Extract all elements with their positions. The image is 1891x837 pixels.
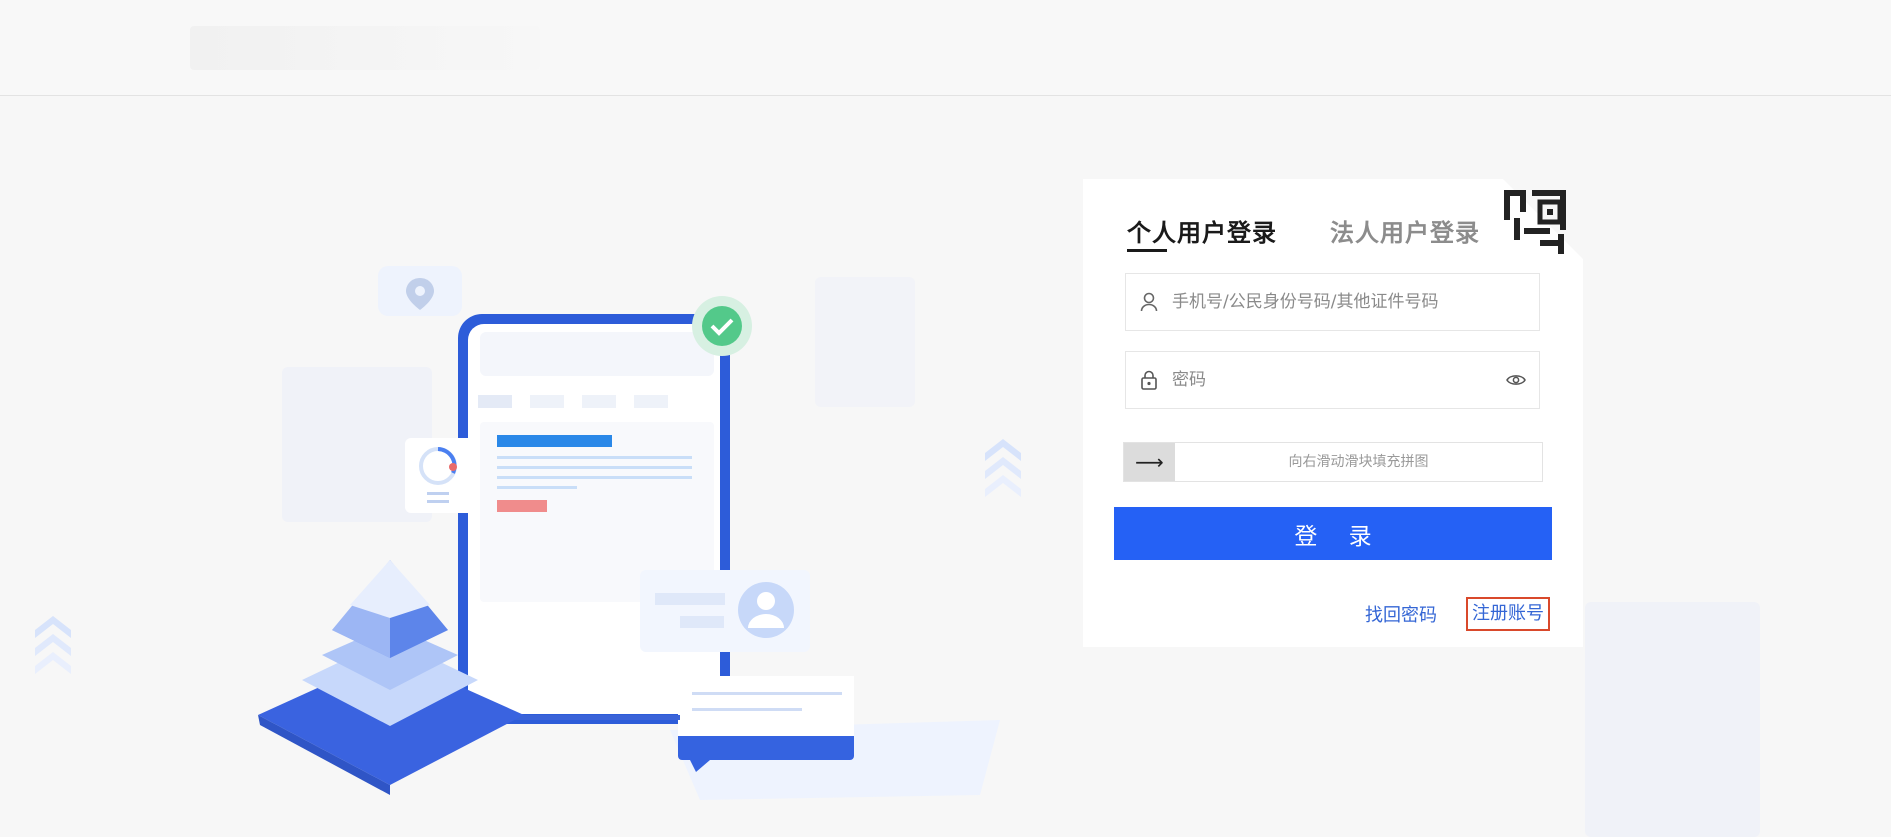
slider-hint: 向右滑动滑块填充拼图	[1288, 454, 1429, 470]
slide-captcha: ⟶ 向右滑动滑块填充拼图	[1123, 442, 1543, 482]
lock-icon	[1126, 370, 1172, 390]
user-icon	[1126, 292, 1172, 312]
login-tabs: 个人用户登录 法人用户登录	[1127, 213, 1527, 253]
slider-handle[interactable]: ⟶	[1124, 443, 1175, 481]
logo	[190, 26, 540, 70]
active-tab-indicator	[1127, 249, 1167, 252]
top-header	[0, 0, 1891, 96]
eye-icon[interactable]	[1493, 373, 1539, 387]
account-field	[1125, 273, 1540, 331]
arrow-right-icon: ⟶	[1135, 450, 1164, 474]
login-button[interactable]: 登 录	[1114, 507, 1552, 560]
password-field	[1125, 351, 1540, 409]
chevrons-left-icon	[35, 616, 71, 674]
register-link[interactable]: 注册账号	[1466, 597, 1550, 631]
tab-corporate-login[interactable]: 法人用户登录	[1330, 213, 1480, 248]
account-input[interactable]	[1172, 274, 1539, 330]
hero-illustration	[258, 266, 1000, 800]
password-input[interactable]	[1172, 352, 1493, 408]
tab-personal-login[interactable]: 个人用户登录	[1127, 213, 1277, 248]
bg-decor-right	[1585, 602, 1760, 837]
find-password-link[interactable]: 找回密码	[1365, 601, 1437, 627]
